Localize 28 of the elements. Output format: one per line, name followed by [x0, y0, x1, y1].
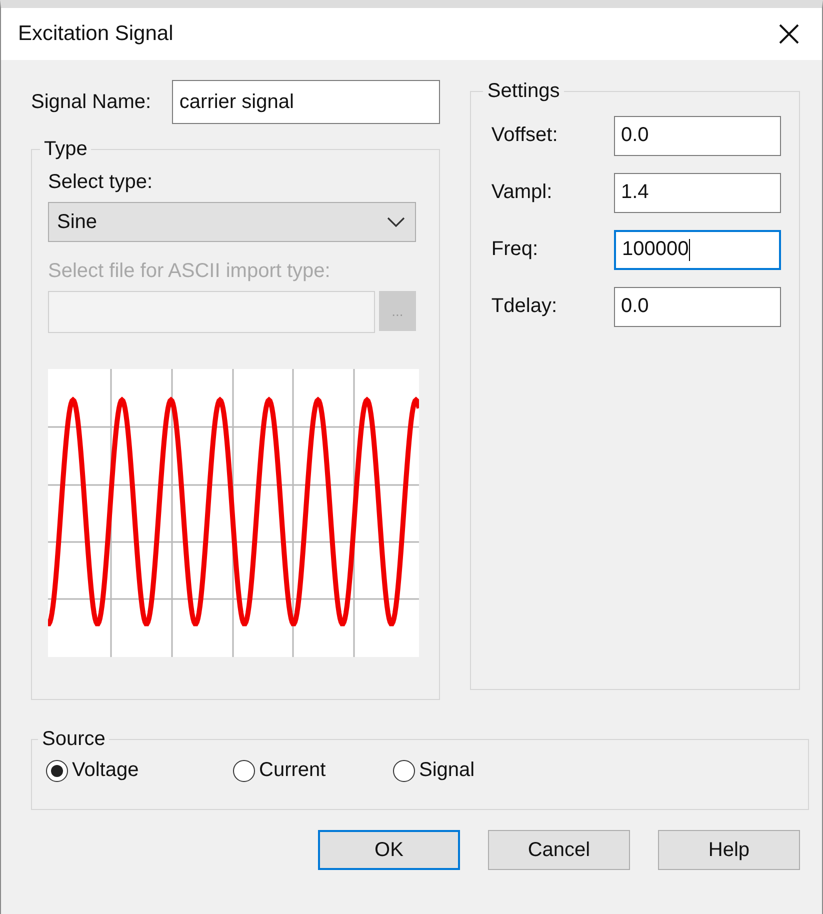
- group-label: Source: [41, 728, 106, 751]
- input-field[interactable]: 100000: [614, 230, 781, 270]
- input-field[interactable]: 1.4: [614, 172, 781, 212]
- field-label: Tdelay:: [491, 295, 558, 318]
- field-label: Freq:: [491, 238, 538, 261]
- dialog-button[interactable]: OK: [318, 830, 460, 870]
- dialog-button[interactable]: Help: [658, 830, 800, 870]
- window-title: Excitation Signal: [18, 22, 174, 46]
- chevron-icon: [387, 217, 405, 227]
- group-label: Settings: [486, 80, 561, 103]
- input-field[interactable]: 0.0: [614, 286, 781, 326]
- radio-label[interactable]: Voltage: [72, 759, 139, 782]
- radio-button[interactable]: [233, 760, 255, 782]
- type-dropdown[interactable]: Sine: [48, 202, 416, 242]
- field-label: Voffset:: [491, 124, 558, 147]
- field-label: Signal Name:: [31, 90, 152, 114]
- radio-label[interactable]: Signal: [419, 759, 475, 782]
- radio-button[interactable]: [393, 760, 415, 782]
- group-label: Type: [43, 138, 88, 161]
- field-label: Vampl:: [491, 181, 552, 204]
- radio-button[interactable]: [46, 760, 68, 782]
- close-icon[interactable]: [778, 23, 800, 45]
- field-label: Select file for ASCII import type:: [48, 260, 330, 283]
- field-label: Select type:: [48, 171, 153, 194]
- radio-label[interactable]: Current: [259, 759, 326, 782]
- signal-name-field[interactable]: carrier signal: [172, 80, 440, 124]
- dialog-button[interactable]: Cancel: [488, 830, 630, 870]
- input-field[interactable]: 0.0: [614, 116, 781, 156]
